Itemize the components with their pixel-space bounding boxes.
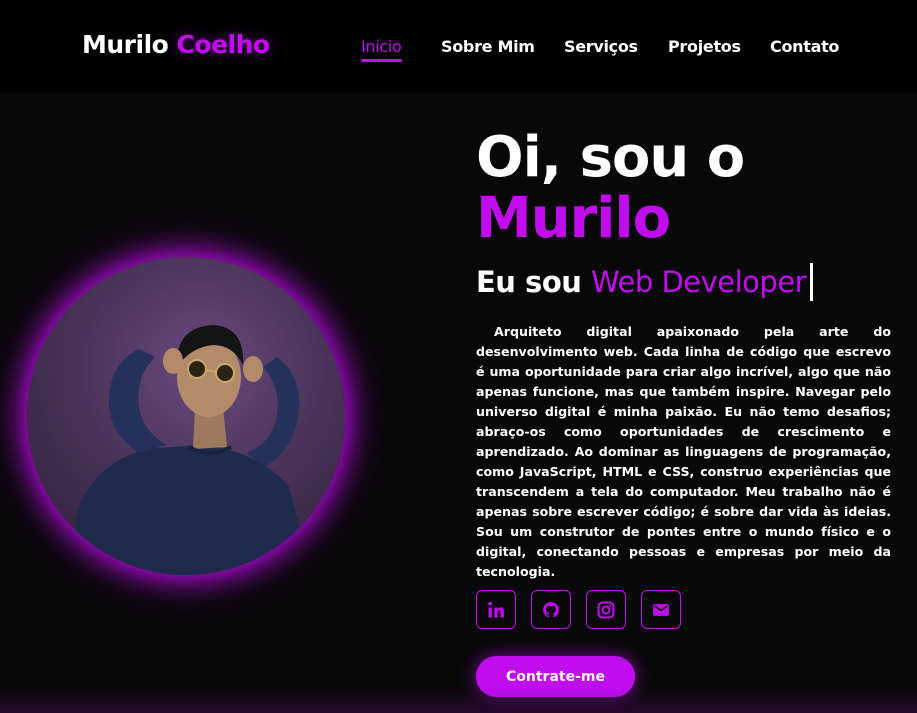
nav-link-sobre-mim[interactable]: Sobre Mim: [441, 37, 535, 56]
linkedin-icon: [488, 601, 504, 617]
profile-photo: [27, 257, 345, 575]
hero-greeting: Oi, sou o: [476, 125, 745, 190]
site-header: Murilo Coelho Início Sobre Mim Serviços …: [0, 0, 917, 93]
instagram-icon: [597, 601, 615, 618]
email-link[interactable]: [641, 590, 681, 629]
main-nav: Início Sobre Mim Serviços Projetos Conta…: [0, 37, 917, 62]
bottom-glow-divider: [0, 686, 917, 713]
profile-portrait-illustration: [67, 325, 312, 575]
role-typed-text: Web Developer: [591, 265, 807, 299]
typing-caret: [810, 263, 814, 301]
nav-link-contato[interactable]: Contato: [770, 37, 839, 56]
email-icon: [653, 603, 669, 616]
github-icon: [543, 601, 559, 617]
nav-link-servicos[interactable]: Serviços: [564, 37, 638, 56]
linkedin-link[interactable]: [476, 590, 516, 629]
hero-bio: Arquiteto digital apaixonado pela arte d…: [476, 324, 891, 579]
github-link[interactable]: [531, 590, 571, 629]
nav-link-projetos[interactable]: Projetos: [668, 37, 741, 56]
role-prefix: Eu sou: [476, 265, 582, 299]
hero-name: Murilo: [476, 186, 671, 251]
hero-role: Eu sou Web Developer: [476, 263, 814, 301]
nav-link-inicio[interactable]: Início: [361, 37, 402, 62]
social-links: [476, 590, 686, 630]
instagram-link[interactable]: [586, 590, 626, 629]
